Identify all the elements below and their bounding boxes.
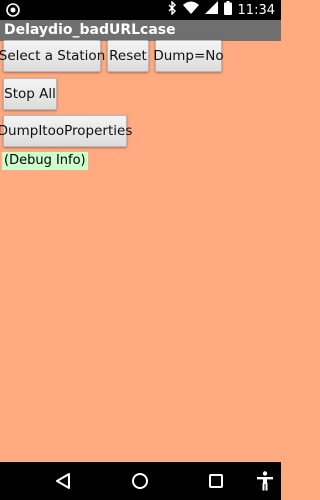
bluetooth-icon	[167, 0, 177, 20]
back-icon[interactable]	[53, 471, 73, 491]
stop-all-button[interactable]: Stop All	[3, 78, 57, 110]
navigation-bar	[0, 462, 281, 500]
reset-button[interactable]: Reset	[107, 40, 149, 72]
dump-properties-button[interactable]: DumpItooProperties	[0, 115, 132, 147]
wifi-icon	[182, 1, 199, 19]
select-station-button[interactable]: Select a Station	[0, 40, 105, 72]
home-icon[interactable]	[130, 471, 150, 491]
status-time: 11:34	[237, 2, 275, 18]
status-icons: 11:34	[167, 0, 275, 20]
recent-apps-icon[interactable]	[206, 471, 226, 491]
notification-icon	[6, 3, 20, 17]
dump-toggle-button[interactable]: Dump=No	[153, 40, 224, 72]
battery-icon	[223, 0, 232, 20]
app-title: Delaydio_badURLcase	[0, 20, 281, 41]
debug-info-label: (Debug Info)	[2, 152, 88, 170]
status-bar: 11:34	[0, 0, 281, 20]
signal-icon	[204, 1, 218, 19]
accessibility-icon[interactable]	[255, 471, 275, 491]
